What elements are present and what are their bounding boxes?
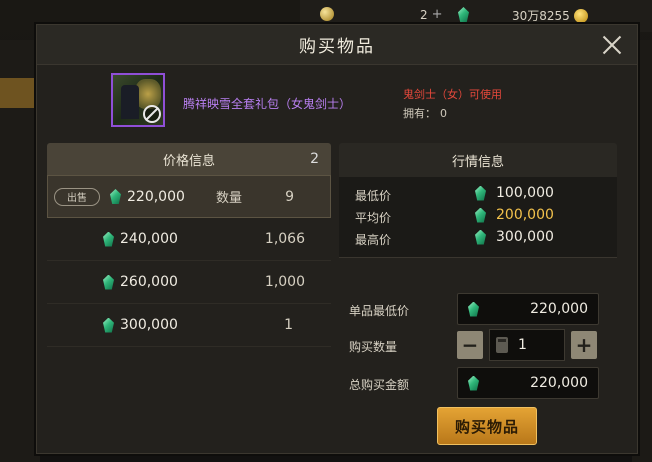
market-info-title: 行情信息 [339, 143, 617, 177]
gem-icon [468, 301, 479, 317]
max-price-row: 最高价 300,000 [339, 227, 617, 249]
coin-count: 2 [420, 7, 428, 22]
gem-icon [475, 207, 486, 223]
offer-qty: 9 [285, 188, 294, 205]
avg-price-label: 平均价 [355, 211, 392, 225]
max-price-value: 300,000 [475, 229, 554, 245]
unit-min-price-label: 单品最低价 [349, 304, 410, 318]
avg-price-row: 平均价 200,000 [339, 205, 617, 227]
quantity-label: 购买数量 [349, 340, 398, 354]
owned-label: 拥有： [403, 107, 436, 120]
gem-icon [110, 189, 121, 204]
item-info: 腾祥映雪全套礼包（女鬼剑士） 鬼剑士（女）可使用 拥有： 0 [37, 65, 637, 135]
min-price-amount: 100,000 [496, 185, 554, 201]
total-amount-label: 总购买金额 [349, 378, 410, 392]
offer-price: 240,000 [103, 231, 178, 247]
coin-icon [320, 7, 334, 21]
quantity-stepper[interactable]: 1 [489, 329, 565, 361]
item-name: 腾祥映雪全套礼包（女鬼剑士） [183, 97, 352, 111]
buy-button[interactable]: 购买物品 [437, 407, 537, 445]
total-amount-value: 220,000 [530, 375, 588, 391]
quantity-value: 1 [518, 337, 527, 353]
gem-icon [103, 274, 114, 290]
gem-icon [103, 317, 114, 333]
gem-icon [475, 229, 486, 245]
price-info-title: 价格信息 [162, 153, 215, 169]
offer-price-value: 260,000 [120, 274, 178, 290]
coin-add-button[interactable]: + [432, 7, 443, 22]
owned-count: 拥有： 0 [403, 105, 447, 121]
sell-badge: 出售 [54, 187, 100, 206]
offer-row[interactable]: 300,000 1 [47, 304, 331, 347]
increase-quantity-button[interactable]: + [571, 331, 597, 359]
offer-price-value: 300,000 [120, 317, 178, 333]
total-amount-field: 220,000 [457, 367, 599, 399]
total-amount-row: 总购买金额 220,000 [339, 367, 617, 399]
calculator-icon[interactable] [496, 337, 508, 353]
gold-coin-icon [573, 8, 588, 23]
offer-row[interactable]: 240,000 1,066 [47, 218, 331, 261]
avg-price-value: 200,000 [475, 207, 554, 223]
offer-price: 300,000 [103, 317, 178, 333]
gem-icon [103, 231, 114, 247]
gem-balance: 30万8255 [512, 7, 588, 24]
gem-icon [475, 185, 486, 201]
coin-counter: 2 + [420, 7, 443, 22]
coin-currency [320, 7, 334, 21]
offer-row[interactable]: 出售 220,000 数量 9 [47, 175, 331, 218]
offer-price-value: 240,000 [120, 231, 178, 247]
offer-qty: 1 [284, 317, 293, 333]
offer-price: 260,000 [103, 274, 178, 290]
unit-min-price-value: 220,000 [530, 301, 588, 317]
close-icon[interactable] [601, 34, 623, 56]
gem-icon [458, 7, 469, 22]
item-thumbnail[interactable] [111, 73, 165, 127]
max-price-label: 最高价 [355, 233, 392, 247]
price-info-panel: 价格信息 2 出售 220,000 数量 9 240,000 1,066 260… [47, 143, 331, 347]
gem-icon [468, 375, 479, 391]
min-price-value: 100,000 [475, 185, 554, 201]
offer-qty: 1,066 [264, 231, 305, 247]
unit-min-price-field: 220,000 [457, 293, 599, 325]
market-info-panel: 行情信息 最低价 100,000 平均价 200,000 最高价 300,000… [339, 143, 617, 445]
price-info-count: 2 [310, 151, 319, 167]
quantity-row: 购买数量 − 1 + [339, 329, 617, 361]
class-requirement: 鬼剑士（女）可使用 [403, 88, 502, 101]
dialog-title: 购买物品 [299, 37, 375, 57]
no-trade-icon [143, 105, 161, 123]
gem-counter [458, 7, 469, 22]
min-price-label: 最低价 [355, 189, 392, 203]
max-price-amount: 300,000 [496, 229, 554, 245]
offer-price-value: 220,000 [127, 188, 185, 205]
price-info-header: 价格信息 2 [47, 143, 331, 175]
avg-price-amount: 200,000 [496, 207, 554, 223]
item-figure [121, 85, 139, 119]
offer-qty: 1,000 [264, 274, 305, 290]
offer-price: 220,000 [110, 189, 185, 205]
dialog-header: 购买物品 [37, 25, 637, 65]
gem-count: 30万8255 [512, 9, 570, 23]
owned-value: 0 [440, 107, 447, 120]
purchase-dialog: 购买物品 腾祥映雪全套礼包（女鬼剑士） 鬼剑士（女）可使用 拥有： 0 价格信息 … [36, 24, 638, 454]
offer-row[interactable]: 260,000 1,000 [47, 261, 331, 304]
market-stats: 最低价 100,000 平均价 200,000 最高价 300,000 [339, 177, 617, 258]
decrease-quantity-button[interactable]: − [457, 331, 483, 359]
unit-min-price-row: 单品最低价 220,000 [339, 293, 617, 325]
background-menu-highlight [0, 78, 36, 108]
min-price-row: 最低价 100,000 [339, 183, 617, 205]
